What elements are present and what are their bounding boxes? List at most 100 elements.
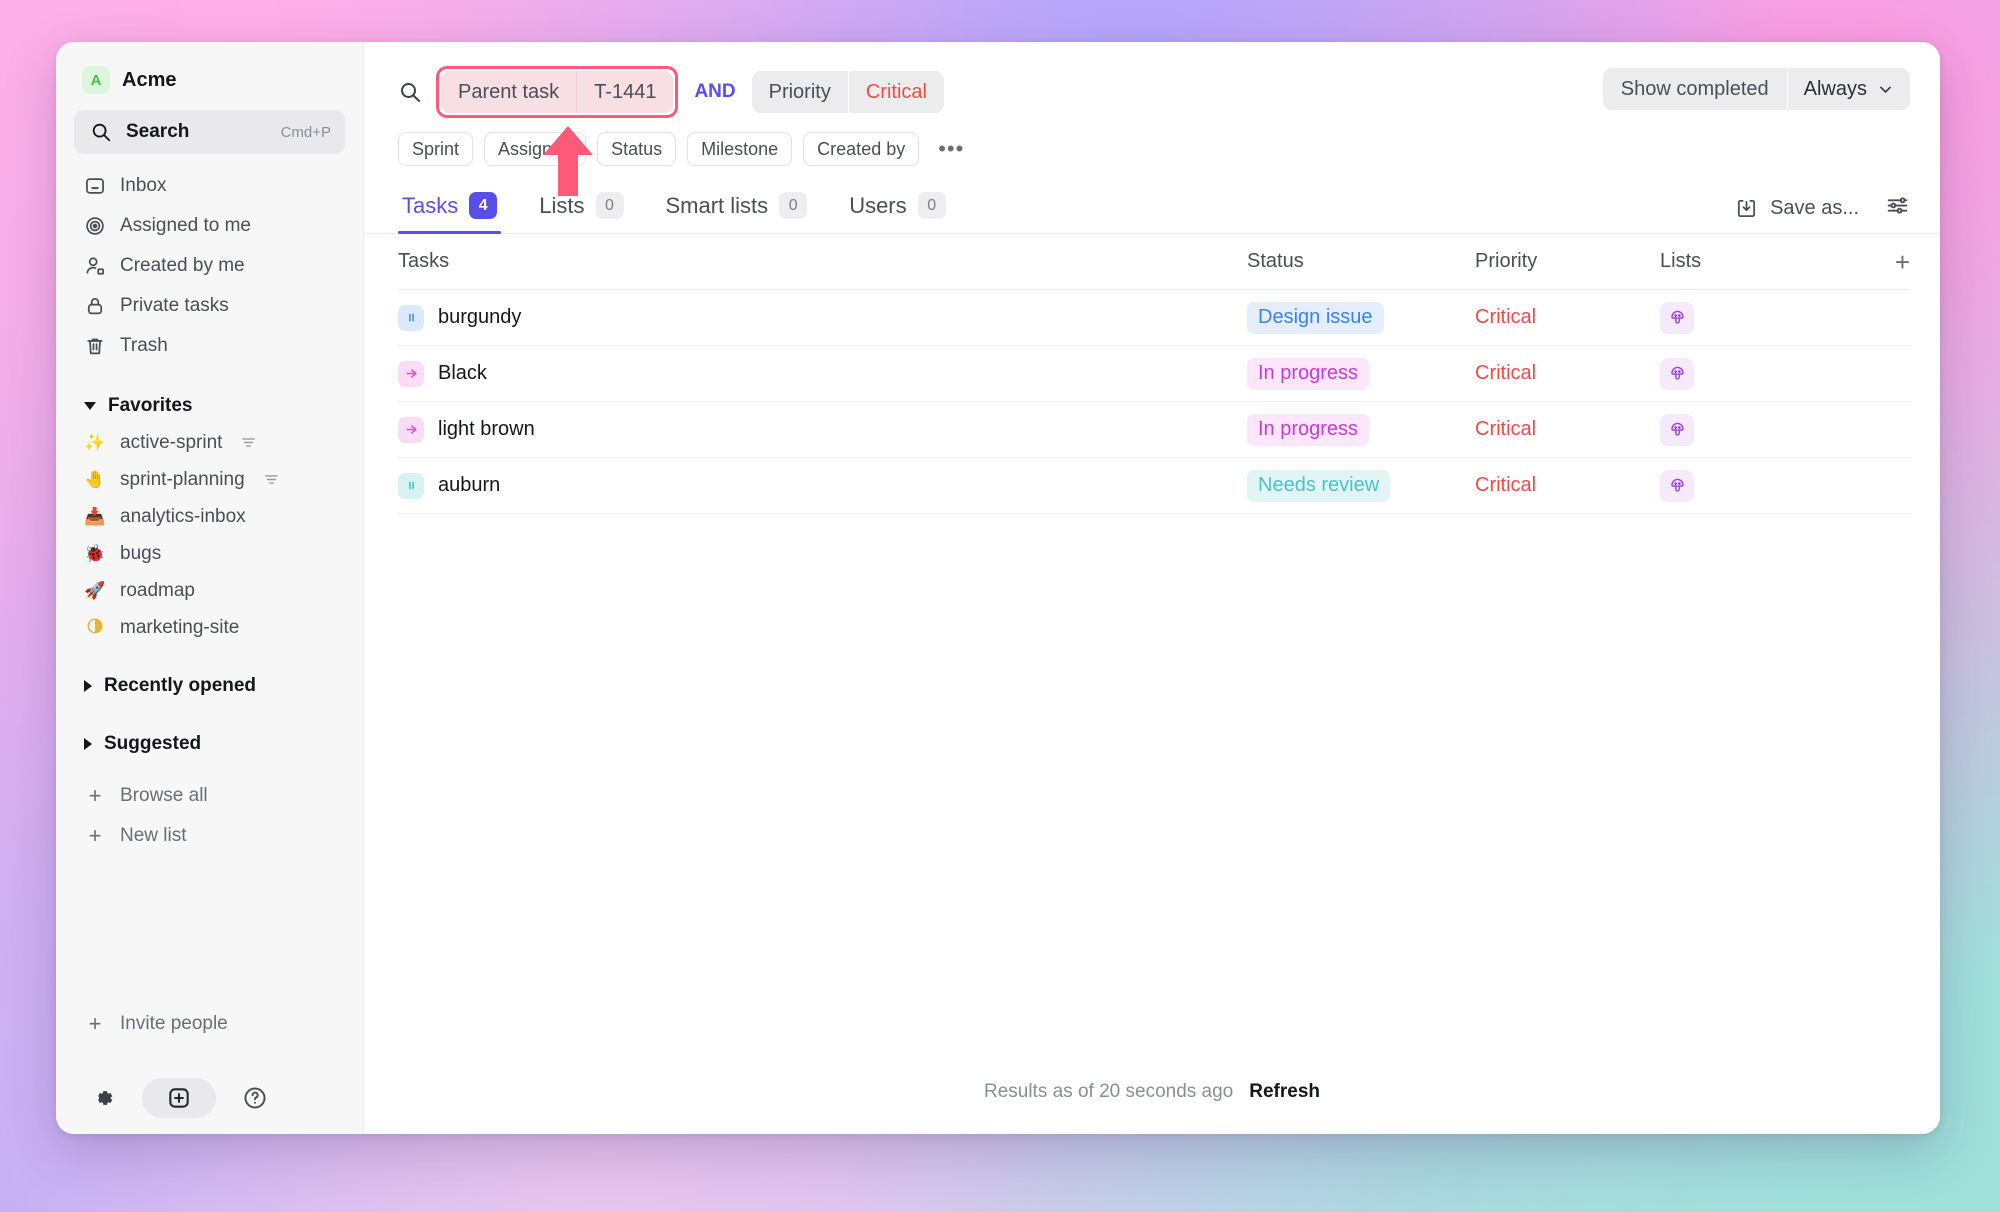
table-row[interactable]: light brown In progress Critical <box>398 402 1910 458</box>
show-completed-value[interactable]: Always <box>1788 68 1910 110</box>
priority-cell[interactable]: Critical <box>1475 474 1660 497</box>
target-icon <box>86 217 104 235</box>
lists-cell[interactable] <box>1660 357 1870 390</box>
favorite-item-sprint-planning[interactable]: 🤚 sprint-planning <box>74 461 345 498</box>
table-row[interactable]: burgundy Design issue Critical <box>398 290 1910 346</box>
sidebar-item-assigned-to-me[interactable]: Assigned to me <box>74 206 345 246</box>
table-row[interactable]: auburn Needs review Critical <box>398 458 1910 514</box>
sparkles-icon: ✨ <box>84 433 106 452</box>
favorite-item-analytics-inbox[interactable]: 📥 analytics-inbox <box>74 498 345 535</box>
tab-users[interactable]: Users 0 <box>845 192 949 233</box>
priority-filter-chip[interactable]: Priority Critical <box>751 71 944 113</box>
result-tabs: Tasks 4 Lists 0 Smart lists 0 Users 0 Sa… <box>364 192 1940 234</box>
view-settings-button[interactable] <box>1885 193 1910 223</box>
sidebar-item-label: Created by me <box>120 255 245 276</box>
tab-smart-lists[interactable]: Smart lists 0 <box>662 192 812 233</box>
invite-people-label: Invite people <box>120 1013 228 1034</box>
filter-pill-milestone[interactable]: Milestone <box>687 132 793 166</box>
status-cell[interactable]: Design issue <box>1247 301 1475 334</box>
priority-cell[interactable]: Critical <box>1475 362 1660 385</box>
plus-square-icon <box>169 1088 189 1108</box>
task-cell[interactable]: Black <box>398 360 1247 387</box>
parent-task-filter-chip[interactable]: Parent task T-1441 <box>441 71 674 113</box>
filter-icon <box>264 475 278 484</box>
invite-section: + Invite people <box>56 1004 363 1044</box>
status-cell[interactable]: In progress <box>1247 413 1475 446</box>
filter-key[interactable]: Parent task <box>441 71 578 113</box>
lists-cell[interactable] <box>1660 469 1870 502</box>
sidebar-item-label: Assigned to me <box>120 215 251 236</box>
show-completed-value-text: Always <box>1803 77 1867 100</box>
filter-value[interactable]: Critical <box>849 71 944 113</box>
column-header-lists[interactable]: Lists <box>1660 250 1870 273</box>
priority-cell[interactable]: Critical <box>1475 306 1660 329</box>
search-shortcut: Cmd+P <box>280 123 331 141</box>
filter-pill-assignee[interactable]: Assignee <box>484 132 587 166</box>
suggested-section: Suggested <box>56 726 363 762</box>
favorite-item-active-sprint[interactable]: ✨ active-sprint <box>74 424 345 461</box>
arrow-right-icon <box>398 360 424 387</box>
filter-value[interactable]: T-1441 <box>577 71 673 113</box>
new-list-button[interactable]: + New list <box>74 816 345 856</box>
invite-people-button[interactable]: + Invite people <box>74 1004 345 1044</box>
favorite-item-label: roadmap <box>120 579 195 601</box>
task-name: auburn <box>438 474 501 496</box>
search-icon <box>92 123 111 142</box>
favorite-item-roadmap[interactable]: 🚀 roadmap <box>74 572 345 609</box>
favorite-item-marketing-site[interactable]: marketing-site <box>74 609 345 646</box>
lists-cell[interactable] <box>1660 301 1870 334</box>
task-cell[interactable]: auburn <box>398 472 1247 499</box>
more-filters-button[interactable]: ••• <box>930 138 972 160</box>
column-header-priority[interactable]: Priority <box>1475 250 1660 273</box>
suggested-title: Suggested <box>104 733 202 754</box>
filter-pill-status[interactable]: Status <box>597 132 677 166</box>
suggested-header[interactable]: Suggested <box>74 726 345 762</box>
status-cell[interactable]: Needs review <box>1247 469 1475 502</box>
recently-opened-header[interactable]: Recently opened <box>74 668 345 704</box>
query-operator[interactable]: AND <box>692 81 737 103</box>
tab-tasks[interactable]: Tasks 4 <box>398 192 502 234</box>
favorite-item-bugs[interactable]: 🐞 bugs <box>74 535 345 572</box>
task-cell[interactable]: light brown <box>398 416 1247 443</box>
save-as-button[interactable]: Save as... <box>1735 197 1859 220</box>
column-header-tasks[interactable]: Tasks <box>398 250 1247 273</box>
sidebar-item-label: Trash <box>120 335 168 356</box>
refresh-button[interactable]: Refresh <box>1249 1081 1320 1103</box>
task-name: burgundy <box>438 306 522 328</box>
tabs-right-actions: Save as... <box>1735 193 1910 233</box>
table-row[interactable]: Black In progress Critical <box>398 346 1910 402</box>
search-button[interactable]: Search Cmd+P <box>74 110 345 154</box>
browse-all-button[interactable]: + Browse all <box>74 776 345 816</box>
favorites-header[interactable]: Favorites <box>74 388 345 424</box>
add-column-button[interactable]: + <box>1870 249 1910 275</box>
sidebar-item-inbox[interactable]: Inbox <box>74 166 345 206</box>
task-cell[interactable]: burgundy <box>398 304 1247 331</box>
sidebar: A Acme Search Cmd+P Inbox Assigned to me… <box>56 42 364 1134</box>
mushroom-icon <box>1660 301 1694 334</box>
status-cell[interactable]: In progress <box>1247 357 1475 390</box>
lists-cell[interactable] <box>1660 413 1870 446</box>
plus-icon: + <box>88 823 102 848</box>
show-completed-control[interactable]: Show completed Always <box>1602 68 1910 110</box>
sidebar-item-label: Private tasks <box>120 295 229 316</box>
filter-pill-created-by[interactable]: Created by <box>803 132 920 166</box>
user-edit-icon <box>86 257 105 275</box>
sidebar-actions: + Browse all + New list <box>56 776 363 856</box>
chevron-right-icon <box>84 680 92 692</box>
sidebar-item-private-tasks[interactable]: Private tasks <box>74 286 345 326</box>
tab-count: 0 <box>917 192 946 219</box>
tab-label: Lists <box>539 192 585 218</box>
filter-pill-sprint[interactable]: Sprint <box>398 132 474 166</box>
column-header-status[interactable]: Status <box>1247 250 1475 273</box>
new-item-button[interactable] <box>142 1078 216 1118</box>
sidebar-item-trash[interactable]: Trash <box>74 326 345 366</box>
workspace-switcher[interactable]: A Acme <box>56 56 363 108</box>
help-button[interactable] <box>236 1079 274 1117</box>
sidebar-item-created-by-me[interactable]: Created by me <box>74 246 345 286</box>
settings-button[interactable] <box>84 1079 122 1117</box>
priority-cell[interactable]: Critical <box>1475 418 1660 441</box>
tab-lists[interactable]: Lists 0 <box>535 192 627 233</box>
filter-key[interactable]: Priority <box>752 71 849 113</box>
recently-opened-section: Recently opened <box>56 668 363 704</box>
